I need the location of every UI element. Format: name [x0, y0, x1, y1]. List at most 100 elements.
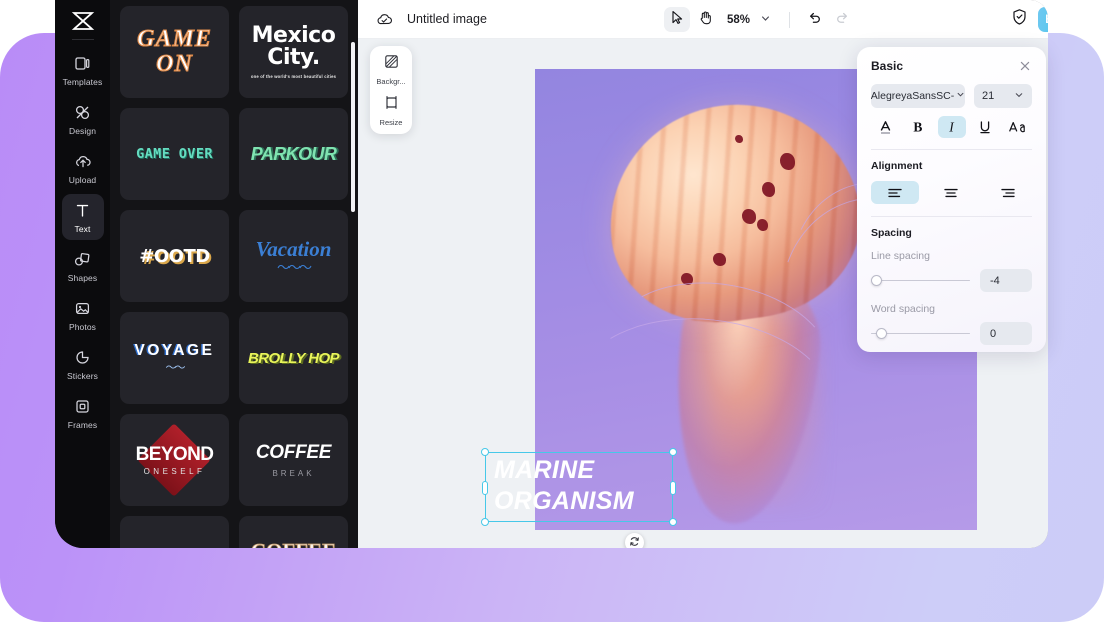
template-title: ICE CREAM — [133, 547, 217, 548]
line-spacing-input[interactable]: -4 — [980, 269, 1032, 292]
beyond-art: BEYOND ONESELF — [136, 423, 214, 497]
word-spacing-slider[interactable] — [871, 328, 970, 340]
bold-button[interactable]: B — [904, 116, 932, 138]
jellyfish-spot — [713, 253, 726, 266]
template-card-voyage[interactable]: VOYAGE 〜〜 — [120, 312, 229, 404]
zoom-level-label[interactable]: 58% — [727, 14, 750, 26]
sidebar-item-photos[interactable]: Photos — [62, 292, 104, 338]
templates-grid: GAME ON Mexico City. one of the world's … — [110, 0, 358, 548]
undo-arrow-icon — [807, 10, 822, 29]
divider — [871, 216, 1032, 217]
selection-handle-middle-left[interactable] — [482, 481, 488, 495]
line-spacing-slider[interactable] — [871, 275, 970, 287]
select-tool-button[interactable] — [664, 7, 690, 32]
sidebar-item-text[interactable]: Text — [61, 194, 104, 240]
template-card-mexico-city[interactable]: Mexico City. one of the world's most bea… — [239, 6, 348, 98]
chevron-down-icon — [1014, 90, 1024, 103]
floating-tool-label: Resize — [379, 117, 403, 127]
template-card-beyond[interactable]: BEYOND ONESELF — [120, 414, 229, 506]
font-size-select[interactable]: 21 — [974, 84, 1032, 108]
font-family-select[interactable]: AlegreyaSansSC- — [871, 84, 965, 108]
page-root: Templates Design Upload Text Shapes Phot… — [0, 0, 1104, 622]
align-left-button[interactable] — [871, 181, 920, 204]
close-icon[interactable] — [1018, 59, 1032, 73]
template-title: BROLLY HOP — [248, 349, 340, 367]
template-title: PARKOUR — [250, 143, 337, 164]
template-card-parkour[interactable]: PARKOUR — [239, 108, 348, 200]
document-title[interactable]: Untitled image — [407, 12, 487, 26]
template-title: GAME ON — [137, 26, 212, 77]
slider-knob[interactable] — [876, 328, 887, 339]
align-center-button[interactable] — [927, 181, 975, 204]
template-title: #OOTD — [139, 245, 210, 267]
slider-knob[interactable] — [871, 275, 882, 286]
svg-text:I: I — [948, 120, 955, 135]
stickers-icon — [74, 348, 91, 368]
text-style-row: B I — [871, 116, 1032, 138]
undo-button[interactable] — [801, 7, 827, 32]
letter-case-button[interactable] — [1004, 116, 1032, 138]
underline-button[interactable] — [971, 116, 999, 138]
template-card-vacation[interactable]: Vacation 〜〜〜 — [239, 210, 348, 302]
sidebar-item-frames[interactable]: Frames — [62, 390, 104, 436]
template-card-game-on[interactable]: GAME ON — [120, 6, 229, 98]
zoom-dropdown-button[interactable] — [752, 7, 778, 32]
divider — [871, 149, 1032, 150]
sidebar-item-label: Stickers — [66, 370, 99, 381]
template-card-brolly-hop[interactable]: BROLLY HOP — [239, 312, 348, 404]
rotate-handle[interactable] — [625, 533, 644, 548]
template-title: COFFEE TIME — [239, 540, 348, 548]
toolbar-right-group: Export — [1011, 7, 1048, 32]
template-card-game-over[interactable]: GAME OVER — [120, 108, 229, 200]
sidebar-item-design[interactable]: Design — [62, 96, 104, 142]
jellyfish-spot — [735, 135, 743, 143]
font-row: AlegreyaSansSC- 21 — [871, 84, 1032, 108]
background-hatch-icon — [384, 54, 399, 74]
floating-tools-card: Backgr... Resize — [370, 46, 412, 134]
word-spacing-input[interactable]: 0 — [980, 322, 1032, 345]
template-card-coffee-time[interactable]: COFFEE TIME — [239, 516, 348, 548]
template-card-ice-cream[interactable]: ICE CREAM PARTY TODAY — [120, 516, 229, 548]
background-tool-button[interactable]: Backgr... — [376, 54, 406, 86]
cloud-check-icon[interactable] — [376, 12, 393, 27]
vacation-underline-swash: 〜〜〜 — [276, 259, 312, 275]
capcut-logo-icon[interactable] — [68, 8, 98, 34]
line-spacing-row: -4 — [871, 269, 1032, 292]
template-card-ootd[interactable]: #OOTD — [120, 210, 229, 302]
sidebar-item-stickers[interactable]: Stickers — [62, 341, 104, 387]
slider-track — [871, 279, 970, 282]
templates-scrollbar[interactable] — [351, 42, 355, 212]
resize-tool-button[interactable]: Resize — [379, 95, 403, 127]
template-subtitle: BREAK — [272, 469, 315, 478]
selection-handle-top-left[interactable] — [481, 448, 489, 456]
jellyfish-spot — [742, 209, 756, 224]
frames-icon — [74, 397, 91, 417]
font-family-value: AlegreyaSansSC- — [871, 90, 955, 102]
selected-text-content[interactable]: MARINE ORGANISM — [494, 455, 674, 517]
templates-icon — [74, 54, 91, 74]
font-color-button[interactable] — [871, 116, 899, 138]
templates-panel: GAME ON Mexico City. one of the world's … — [110, 0, 358, 548]
italic-button[interactable]: I — [937, 116, 966, 138]
template-title: VOYAGE — [134, 341, 215, 359]
spacing-section-title: Spacing — [871, 227, 912, 239]
toolbar-divider — [789, 11, 791, 28]
hand-tool-button[interactable] — [692, 7, 718, 32]
chevron-down-icon — [956, 90, 965, 102]
align-right-button[interactable] — [984, 181, 1032, 204]
upload-cloud-icon — [74, 152, 92, 172]
export-button[interactable]: Export — [1038, 7, 1048, 32]
template-subtitle: one of the world's most beautiful cities — [250, 74, 337, 79]
sidebar-item-templates[interactable]: Templates — [62, 47, 104, 93]
redo-arrow-icon — [835, 10, 850, 29]
sidebar-item-shapes[interactable]: Shapes — [62, 243, 104, 289]
redo-button[interactable] — [829, 7, 855, 32]
template-card-coffee-break[interactable]: COFFEE BREAK — [239, 414, 348, 506]
sidebar-item-upload[interactable]: Upload — [62, 145, 104, 191]
selection-handle-bottom-left[interactable] — [481, 518, 489, 526]
template-title: GAME OVER — [136, 146, 213, 162]
shield-check-icon[interactable] — [1011, 8, 1028, 31]
jellyfish-spot — [780, 153, 795, 170]
jellyfish-spot — [762, 182, 775, 197]
selection-handle-bottom-right[interactable] — [669, 518, 677, 526]
